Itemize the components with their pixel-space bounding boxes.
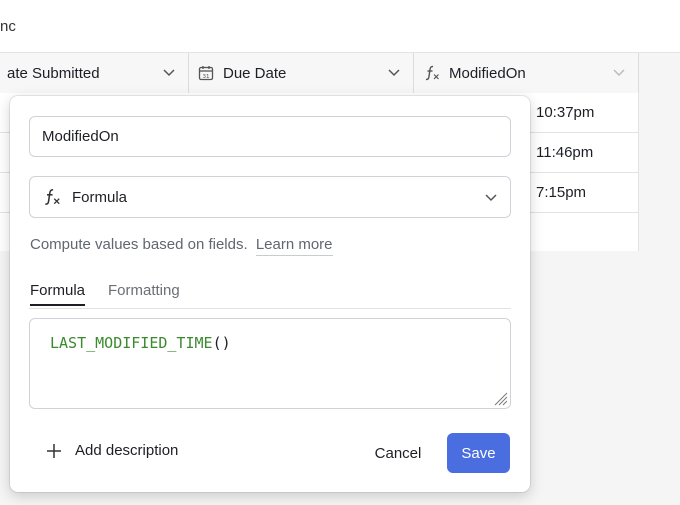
plus-icon [47,443,61,458]
cell-divider [638,173,639,212]
save-button[interactable]: Save [447,433,510,473]
field-config-panel: Formula Compute values based on fields. … [10,96,530,492]
column-header-label: ModifiedOn [449,64,526,82]
modified-on-cell[interactable]: 10:37pm [536,104,594,121]
field-type-select[interactable]: Formula [29,176,511,218]
modified-on-cell[interactable]: 7:15pm [536,184,586,201]
formula-editor[interactable]: LAST_MODIFIED_TIME() [29,318,511,409]
column-header-date-submitted[interactable]: ate Submitted [0,53,189,93]
formula-icon [423,64,441,82]
help-text: Compute values based on fields. [30,236,248,253]
chevron-down-icon[interactable] [387,65,401,79]
chevron-down-icon[interactable] [162,65,176,79]
formula-parens: () [212,334,231,352]
column-header-label: Due Date [223,64,287,82]
chevron-down-icon[interactable] [612,65,626,79]
modified-on-cell[interactable]: 11:46pm [536,144,593,161]
field-type-help: Compute values based on fields. Learn mo… [30,236,333,256]
cell-divider [638,93,639,132]
cell-divider [638,133,639,172]
grid-header: ate Submitted 31 Due Date ModifiedOn [0,53,639,94]
cancel-button[interactable]: Cancel [364,433,432,473]
add-description-label: Add description [75,442,179,459]
column-header-modified-on[interactable]: ModifiedOn [414,53,639,93]
formula-text[interactable]: LAST_MODIFIED_TIME() [50,334,231,352]
column-header-due-date[interactable]: 31 Due Date [189,53,414,93]
add-description-button[interactable]: Add description [46,442,178,459]
resize-handle-icon[interactable] [492,390,508,406]
field-type-label: Formula [72,188,128,206]
cell-divider [638,213,639,252]
formula-function: LAST_MODIFIED_TIME [50,334,213,352]
base-name: nc [0,18,16,35]
tab-formatting[interactable]: Formatting [108,282,180,305]
calendar-icon: 31 [197,64,215,82]
top-bar: nc [0,0,680,53]
formula-tabs: Formula Formatting [29,282,511,309]
tab-formula[interactable]: Formula [30,282,86,306]
column-header-label: ate Submitted [7,64,100,82]
svg-text:31: 31 [203,74,210,80]
chevron-down-icon [485,194,497,202]
formula-icon [42,187,62,207]
learn-more-link[interactable]: Learn more [255,236,333,256]
field-name-input[interactable] [29,116,511,157]
